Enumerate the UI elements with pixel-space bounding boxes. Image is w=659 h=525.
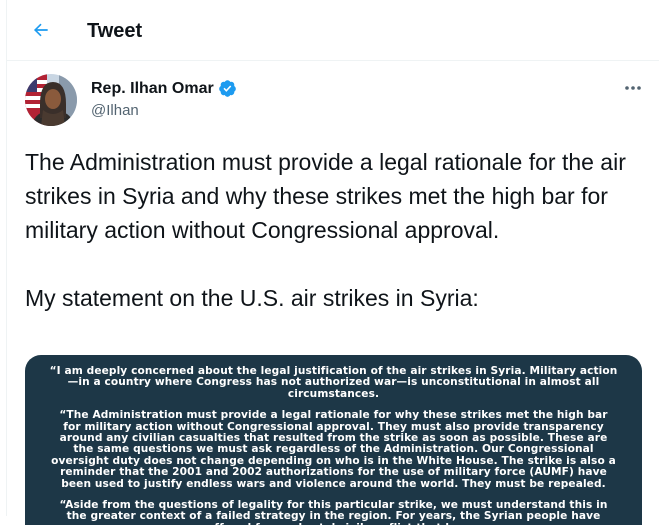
- profile-photo: [25, 74, 77, 126]
- statement-paragraph-2: “The Administration must provide a legal…: [51, 409, 616, 490]
- author-name-row: Rep. Ilhan Omar: [91, 79, 237, 98]
- statement-paragraph-3: “Aside from the questions of legality fo…: [59, 499, 608, 525]
- author-handle[interactable]: @Ilhan: [91, 102, 139, 120]
- author-name[interactable]: Rep. Ilhan Omar: [91, 79, 214, 98]
- verified-badge-icon: [218, 80, 236, 97]
- tweet-detail-panel: Tweet Rep. Ilhan Omar @Ilhan The Adminis…: [6, 0, 659, 525]
- arrow-left-icon: [33, 23, 48, 37]
- more-options-button[interactable]: [621, 78, 645, 98]
- page-title: Tweet: [87, 20, 143, 42]
- avatar[interactable]: [25, 74, 77, 126]
- back-button[interactable]: [25, 14, 57, 46]
- top-bar: Tweet: [7, 0, 659, 61]
- statement-paragraph-1: “I am deeply concerned about the legal j…: [49, 365, 618, 400]
- tweet-text: The Administration must provide a legal …: [25, 149, 626, 311]
- tweet-image[interactable]: “I am deeply concerned about the legal j…: [25, 355, 642, 525]
- ellipsis-icon: [625, 86, 641, 90]
